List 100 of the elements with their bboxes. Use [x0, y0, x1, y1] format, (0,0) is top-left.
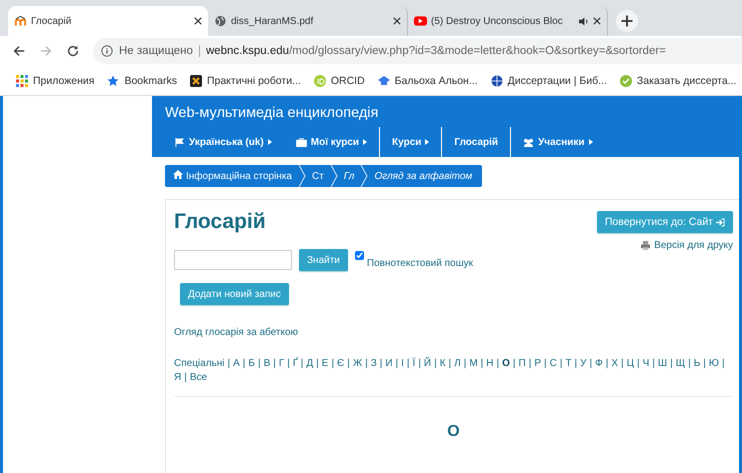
bookmark-label: Bookmarks: [124, 74, 177, 86]
letter-separator: |: [464, 358, 466, 370]
letter-link[interactable]: С: [550, 358, 557, 370]
letter-separator: |: [496, 358, 500, 370]
letter-link[interactable]: Б: [248, 358, 255, 370]
letter-link[interactable]: М: [469, 358, 478, 370]
letter-link[interactable]: Ч: [642, 358, 650, 370]
letter-link[interactable]: Г: [278, 358, 284, 370]
letter-link[interactable]: Н: [486, 358, 494, 370]
letter-link[interactable]: А: [233, 358, 240, 370]
bookmark-label: Практичні роботи...: [206, 74, 301, 86]
letter-link[interactable]: Ю: [708, 358, 719, 370]
info-icon: [101, 45, 113, 57]
breadcrumb-link[interactable]: Інформаційна сторінка: [173, 170, 292, 182]
letter-link[interactable]: Х: [611, 358, 618, 370]
address-bar[interactable]: Не защищено webnc.kspu.edu/mod/glossary/view.php?id=3&mode=letter&hook=O&sortkey=&sortorder=: [93, 38, 742, 64]
letter-link[interactable]: Все: [190, 372, 208, 384]
letter-separator: |: [688, 358, 691, 370]
briefcase-icon: [296, 138, 307, 146]
letter-separator: |: [396, 358, 398, 370]
speaker-icon[interactable]: [578, 16, 589, 26]
fulltext-label: Повнотекстовий пошук: [366, 258, 473, 268]
id-icon: [314, 74, 326, 86]
bookmark-item[interactable]: Bookmarks: [107, 74, 177, 86]
back-arrow-icon[interactable]: [12, 44, 26, 58]
new-tab-icon[interactable]: [616, 10, 638, 32]
letter-link[interactable]: В: [264, 358, 270, 370]
letter-link[interactable]: Щ: [676, 358, 686, 370]
letter-link[interactable]: Ц: [626, 358, 634, 370]
bookmark-item[interactable]: Приложения: [16, 74, 94, 86]
letter-link[interactable]: Ґ: [292, 358, 298, 370]
letter-separator: |: [300, 358, 304, 370]
letter-link[interactable]: Я: [174, 372, 182, 384]
bookmark-label: Бальоха Альон...: [394, 74, 478, 86]
letter-link[interactable]: Д: [306, 358, 314, 370]
letter-link[interactable]: Ш: [658, 358, 668, 370]
breadcrumb-link[interactable]: Ст: [312, 170, 324, 182]
letter-link[interactable]: Є: [337, 358, 344, 370]
tab-title: (5) Destroy Unconscious Bloc: [431, 16, 564, 26]
nav-menu-item[interactable]: Глосарій: [441, 127, 510, 157]
graduation-cap-icon: [378, 74, 390, 86]
nav-menu-item[interactable]: Українська (uk): [162, 127, 284, 157]
letter-separator: |: [528, 358, 532, 370]
close-icon[interactable]: [393, 17, 401, 25]
browser-tab[interactable]: Глосарій: [8, 6, 208, 36]
close-icon[interactable]: [593, 17, 601, 25]
letter-separator: |: [316, 358, 319, 370]
letter-link[interactable]: У: [580, 358, 587, 370]
globe-icon: [214, 15, 227, 27]
close-icon[interactable]: [194, 17, 202, 25]
letter-link[interactable]: К: [440, 358, 446, 370]
bookmark-item[interactable]: Практичні роботи...: [190, 74, 301, 86]
letter-link[interactable]: Спеціальні: [174, 358, 224, 370]
letter-link[interactable]: І: [401, 358, 404, 370]
url-text: webnc.kspu.edu/mod/glossary/view.php?id=3&mode=letter&hook=O&sortkey=&sortorder=: [206, 45, 666, 57]
bookmark-item[interactable]: ORCID: [314, 74, 365, 86]
m-logo-icon: [14, 15, 27, 27]
letter-separator: |: [480, 358, 484, 370]
letter-link[interactable]: Т: [565, 358, 572, 370]
letter-link[interactable]: Ї: [412, 358, 416, 370]
letter-link[interactable]: З: [370, 358, 377, 370]
chevron-icon: [360, 165, 368, 187]
check-icon: [620, 74, 632, 86]
home-icon: [173, 170, 183, 179]
letter-separator: |: [722, 358, 725, 370]
letter-link[interactable]: Е: [322, 358, 328, 370]
print-version-link[interactable]: Версія для друку: [654, 240, 733, 251]
fulltext-checkbox[interactable]: [354, 250, 364, 260]
letter-link[interactable]: Р: [534, 358, 541, 370]
letter-link[interactable]: О: [502, 358, 510, 370]
letter-separator: |: [590, 358, 592, 370]
letter-separator: |: [574, 358, 578, 370]
chevron-icon: [298, 165, 306, 187]
nav-menu-item[interactable]: Мої курси: [284, 127, 380, 157]
browse-title: Огляд глосарія за абеткою: [174, 327, 300, 338]
nav-menu-item[interactable]: Учасники: [510, 127, 605, 157]
letter-link[interactable]: Л: [454, 358, 461, 370]
breadcrumb-link[interactable]: Гл: [344, 170, 354, 182]
play-icon: [414, 15, 427, 27]
letter-separator: |: [406, 358, 410, 370]
letter-link[interactable]: Ф: [595, 358, 603, 370]
letter-separator: |: [434, 358, 437, 370]
letter-link[interactable]: Й: [424, 358, 432, 370]
letter-link[interactable]: П: [518, 358, 526, 370]
letter-separator: |: [273, 358, 276, 370]
breadcrumb-link[interactable]: Огляд за алфавітом: [374, 170, 472, 182]
letter-separator: |: [544, 358, 547, 370]
letter-separator: |: [621, 358, 624, 370]
letter-link[interactable]: Ж: [352, 358, 362, 370]
nav-menu-item[interactable]: Курси: [379, 127, 442, 157]
letter-separator: |: [512, 358, 516, 370]
search-field[interactable]: [174, 250, 292, 270]
bookmark-item[interactable]: Бальоха Альон...: [378, 74, 478, 86]
letter-separator: |: [448, 358, 452, 370]
reload-icon[interactable]: [66, 44, 80, 58]
globe-icon: [490, 74, 503, 86]
letter-link[interactable]: Ь: [694, 358, 700, 370]
letter-link[interactable]: И: [385, 358, 393, 370]
letter-separator: |: [287, 358, 290, 370]
page-heading: Глосарій: [174, 210, 266, 234]
